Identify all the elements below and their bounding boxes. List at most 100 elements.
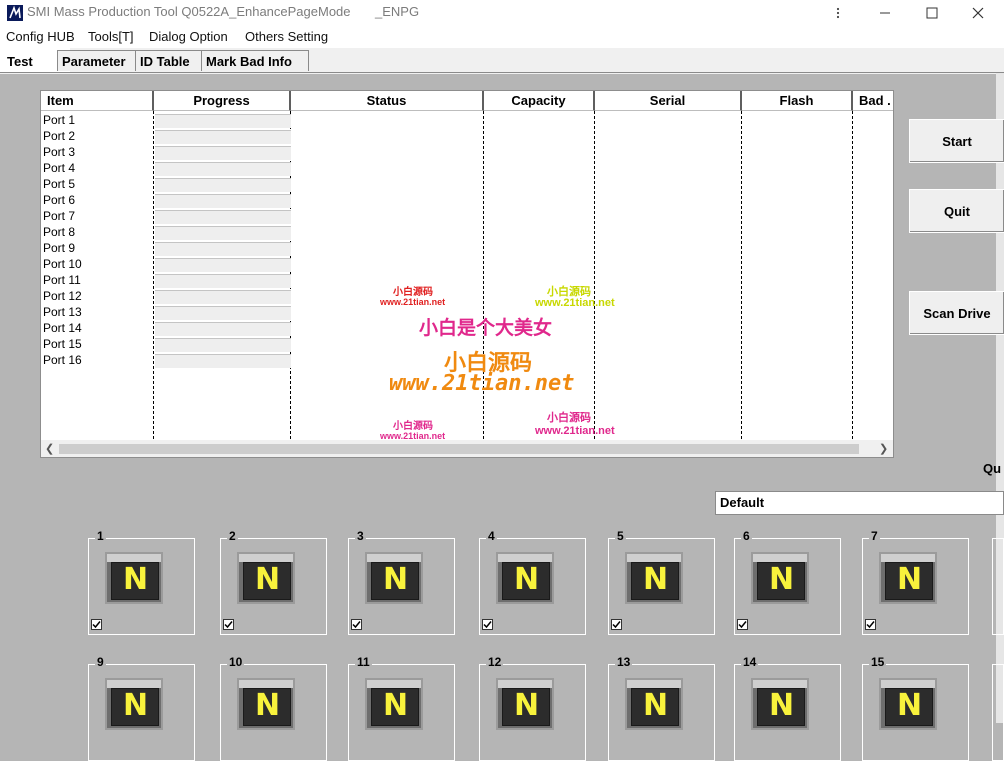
progress-bar: [155, 226, 291, 240]
close-button[interactable]: [955, 0, 1001, 26]
progress-bar: [155, 274, 291, 288]
slot-number: 5: [615, 529, 626, 543]
quit-button[interactable]: Quit: [909, 189, 1004, 233]
progress-bar: [155, 322, 291, 336]
port-label: Port 1: [43, 113, 76, 127]
column-divider: [852, 111, 853, 439]
slot-number: 6: [741, 529, 752, 543]
port-label: Port 4: [43, 161, 76, 175]
drive-top: [239, 554, 293, 562]
column-divider: [741, 111, 742, 439]
watermark-brand-small: 小白源码: [393, 287, 433, 298]
tab-id-table[interactable]: ID Table: [135, 50, 207, 71]
column-status[interactable]: Status: [291, 91, 484, 111]
menu-config-hub[interactable]: Config HUB: [6, 29, 75, 44]
scroll-left-icon[interactable]: ❮: [45, 442, 54, 455]
drive-letter: N: [123, 562, 149, 597]
drive-status-icon: N: [625, 678, 683, 730]
slot-number: 2: [227, 529, 238, 543]
column-flash[interactable]: Flash: [742, 91, 853, 111]
menu-dialog-option[interactable]: Dialog Option: [149, 29, 228, 44]
column-progress[interactable]: Progress: [154, 91, 291, 111]
tab-parameter[interactable]: Parameter: [57, 50, 141, 71]
slot-number: 13: [615, 655, 633, 669]
progress-bar: [155, 146, 291, 160]
watermark-slogan: 小白是个大美女: [419, 318, 553, 339]
slot-checkbox[interactable]: [865, 619, 876, 630]
minimize-button[interactable]: [862, 0, 908, 26]
profile-select[interactable]: Default: [715, 491, 1004, 515]
progress-bar: [155, 210, 291, 224]
progress-bar: [155, 114, 291, 128]
drive-status-icon: N: [365, 678, 423, 730]
column-bad[interactable]: Bad .: [853, 91, 893, 111]
extra-title-icon[interactable]: [815, 0, 861, 26]
column-serial[interactable]: Serial: [595, 91, 742, 111]
port-label: Port 16: [43, 353, 82, 367]
progress-bar: [155, 194, 291, 208]
drive-slot-partial[interactable]: [992, 538, 1004, 635]
window-title-suffix: _ENPG: [375, 4, 420, 19]
drive-letter: N: [383, 562, 409, 597]
drive-status-icon: N: [237, 678, 295, 730]
slot-checkbox[interactable]: [223, 619, 234, 630]
drive-letter: N: [383, 688, 409, 723]
drive-letter: N: [255, 562, 281, 597]
qu-label: Qu: [983, 461, 1002, 476]
slot-checkbox[interactable]: [91, 619, 102, 630]
progress-bar: [155, 338, 291, 352]
menu-tools[interactable]: Tools[T]: [88, 29, 134, 44]
drive-letter: N: [897, 562, 923, 597]
port-label: Port 13: [43, 305, 82, 319]
port-label: Port 8: [43, 225, 76, 239]
scroll-right-icon[interactable]: ❯: [879, 442, 888, 455]
port-label: Port 5: [43, 177, 76, 191]
scan-drive-button[interactable]: Scan Drive: [909, 291, 1004, 335]
slot-number: 12: [486, 655, 504, 669]
drive-letter: N: [769, 688, 795, 723]
drive-status-icon: N: [496, 552, 554, 604]
drive-top: [498, 680, 552, 688]
start-button[interactable]: Start: [909, 119, 1004, 163]
drive-letter: N: [514, 562, 540, 597]
port-label: Port 10: [43, 257, 82, 271]
column-item[interactable]: Item: [41, 91, 154, 111]
drive-top: [627, 680, 681, 688]
drive-letter: N: [643, 688, 669, 723]
drive-letter: N: [255, 688, 281, 723]
column-capacity[interactable]: Capacity: [484, 91, 595, 111]
slot-number: 4: [486, 529, 497, 543]
slot-number: 10: [227, 655, 245, 669]
drive-letter: N: [897, 688, 923, 723]
drive-status-icon: N: [105, 678, 163, 730]
column-divider: [594, 111, 595, 439]
slot-number: 9: [95, 655, 106, 669]
drive-status-icon: N: [751, 678, 809, 730]
column-divider: [153, 111, 154, 439]
tab-mark-bad-info[interactable]: Mark Bad Info: [201, 50, 309, 71]
drive-top: [367, 554, 421, 562]
slot-checkbox[interactable]: [737, 619, 748, 630]
port-list[interactable]: Item Progress Status Capacity Serial Fla…: [40, 90, 894, 458]
slot-number: 1: [95, 529, 106, 543]
drive-status-icon: N: [751, 552, 809, 604]
port-label: Port 9: [43, 241, 76, 255]
slot-checkbox[interactable]: [611, 619, 622, 630]
drive-status-icon: N: [879, 678, 937, 730]
maximize-button[interactable]: [909, 0, 955, 26]
watermark-site-small: www.21tian.net: [380, 297, 446, 307]
watermark-brand-small: 小白源码: [393, 421, 433, 432]
scrollbar-thumb[interactable]: [59, 444, 859, 454]
menu-others-setting[interactable]: Others Setting: [245, 29, 328, 44]
port-label: Port 15: [43, 337, 82, 351]
progress-bar: [155, 258, 291, 272]
slot-checkbox[interactable]: [351, 619, 362, 630]
drive-status-icon: N: [237, 552, 295, 604]
slot-checkbox[interactable]: [482, 619, 493, 630]
drive-slot-partial[interactable]: [992, 664, 1004, 761]
drive-top: [881, 554, 935, 562]
port-label: Port 12: [43, 289, 82, 303]
drive-status-icon: N: [496, 678, 554, 730]
tab-divider: [0, 72, 1004, 73]
app-icon: [7, 5, 23, 21]
